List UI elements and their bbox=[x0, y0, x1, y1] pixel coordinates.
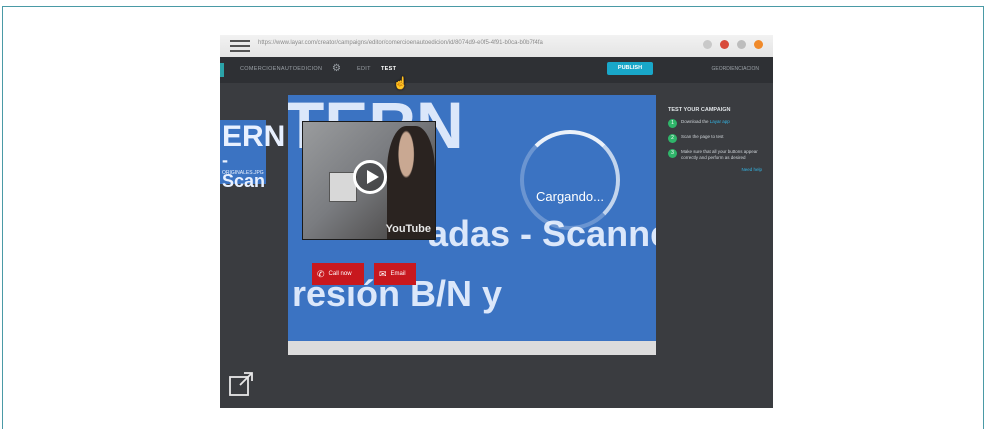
browser-extension-icons bbox=[703, 40, 763, 49]
extension-icon[interactable] bbox=[720, 40, 729, 49]
test-step: 2 Scan the page to test bbox=[668, 134, 768, 143]
email-icon: ✉ bbox=[379, 268, 387, 279]
email-button[interactable]: ✉ Email bbox=[374, 263, 416, 285]
hamburger-icon[interactable] bbox=[230, 37, 250, 55]
gear-icon[interactable]: ⚙ bbox=[332, 63, 341, 74]
youtube-logo: YouTube bbox=[385, 223, 431, 235]
address-bar[interactable]: https://www.layar.com/creator/campaigns/… bbox=[258, 40, 543, 46]
download-app-link[interactable]: Layar app bbox=[710, 119, 730, 124]
email-label: Email bbox=[390, 271, 406, 277]
preview-bottom-strip bbox=[288, 341, 656, 355]
screen-photo: https://www.layar.com/creator/campaigns/… bbox=[220, 35, 773, 408]
thumbnail-filename: ORIGINALES.JPG bbox=[222, 170, 264, 176]
test-step: 1 Download the Layar app bbox=[668, 119, 768, 128]
menu-icon[interactable] bbox=[737, 40, 746, 49]
thumbnail-text-1: ERN bbox=[222, 120, 286, 153]
app-header: COMERCIOENAUTOEDICION ⚙ EDIT TEST PUBLIS… bbox=[220, 57, 773, 83]
test-step: 3 Make sure that all your buttons appear… bbox=[668, 149, 768, 161]
profile-icon[interactable] bbox=[754, 40, 763, 49]
step-number: 3 bbox=[668, 149, 677, 158]
help-link[interactable]: Need help bbox=[668, 167, 762, 172]
video-overlay[interactable]: YouTube bbox=[302, 121, 436, 240]
test-panel: TEST YOUR CAMPAIGN 1 Download the Layar … bbox=[668, 107, 768, 172]
call-now-label: Call now bbox=[328, 271, 352, 277]
tab-test[interactable]: TEST bbox=[381, 66, 396, 72]
step-number: 1 bbox=[668, 119, 677, 128]
play-icon[interactable] bbox=[353, 160, 387, 194]
publish-button[interactable]: PUBLISH bbox=[607, 62, 653, 75]
cursor-icon: ☝ bbox=[393, 76, 408, 90]
page-thumbnail: ERN - Scan ORIGINALES.JPG bbox=[220, 120, 285, 191]
popout-icon[interactable] bbox=[228, 371, 254, 397]
test-panel-title: TEST YOUR CAMPAIGN bbox=[668, 107, 731, 113]
step-text: Make sure that all your buttons appear c… bbox=[681, 149, 758, 160]
loading-text: Cargando... bbox=[536, 189, 604, 204]
step-number: 2 bbox=[668, 134, 677, 143]
sidebar-edge bbox=[220, 63, 224, 77]
tab-edit[interactable]: EDIT bbox=[357, 66, 371, 72]
step-text: Download the bbox=[681, 119, 709, 124]
campaign-name: COMERCIOENAUTOEDICION bbox=[240, 66, 323, 72]
loading-spinner bbox=[520, 130, 620, 230]
call-now-button[interactable]: ✆ Call now bbox=[312, 263, 364, 285]
browser-toolbar: https://www.layar.com/creator/campaigns/… bbox=[220, 35, 773, 57]
user-menu[interactable]: GEORDIENCIACION bbox=[711, 66, 759, 72]
phone-icon: ✆ bbox=[317, 268, 325, 279]
step-text: Scan the page to test bbox=[681, 134, 724, 139]
star-icon[interactable] bbox=[703, 40, 712, 49]
